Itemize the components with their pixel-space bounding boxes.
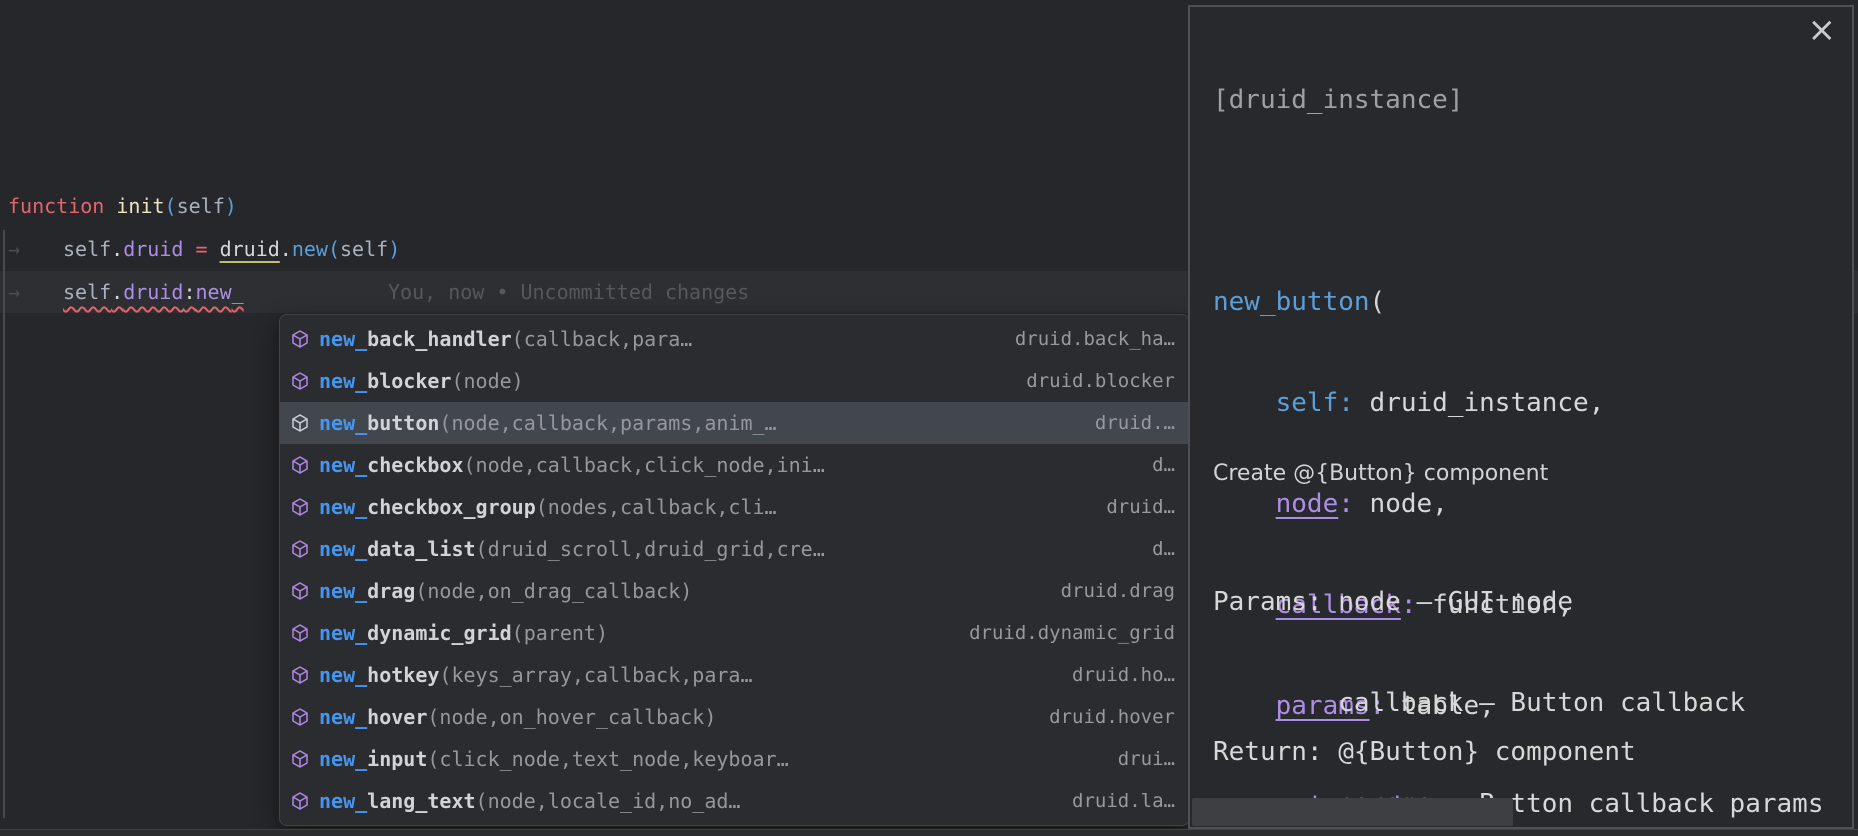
doc-description: Create @{Button} component [1213,461,1548,486]
horizontal-scrollbar[interactable] [1192,798,1513,826]
cube-icon [290,329,310,349]
close-icon[interactable]: × [1808,13,1837,47]
tab-whitespace-icon: → [8,271,63,313]
cube-icon [290,497,310,517]
completion-item-new_input[interactable]: new_input(click_node,text_node,keyboar…d… [280,738,1189,780]
cube-icon [290,539,310,559]
cube-icon [290,623,310,643]
git-blame-phantom: You, now • Uncommitted changes [388,271,749,313]
cube-icon [290,665,310,685]
cube-icon [290,791,310,811]
completion-item-new_lang_text[interactable]: new_lang_text(node,locale_id,no_ad…druid… [280,780,1189,822]
cube-icon [290,455,310,475]
status-bar [0,829,1858,836]
completion-item-new_checkbox_group[interactable]: new_checkbox_group(nodes,callback,cli…dr… [280,486,1189,528]
error-squiggle: self.druid:new_ [63,280,244,304]
completion-item-new_hover[interactable]: new_hover(node,on_hover_callback)druid.h… [280,696,1189,738]
cube-icon [290,581,310,601]
documentation-panel: × [druid_instance] new_button( self: dru… [1188,5,1854,829]
tab-whitespace-icon: → [8,228,63,270]
editor-window: function init(self) →self.druid = druid.… [0,0,1858,836]
completion-item-new_hotkey[interactable]: new_hotkey(keys_array,callback,para…drui… [280,654,1189,696]
completion-item-new_drag[interactable]: new_drag(node,on_drag_callback)druid.dra… [280,570,1189,612]
cube-icon [290,413,310,433]
cube-icon [290,707,310,727]
cube-icon [290,371,310,391]
completion-item-new_data_list[interactable]: new_data_list(druid_scroll,druid_grid,cr… [280,528,1189,570]
gutter-indicator [3,230,5,818]
autocomplete-popup: new_back_handler(callback,para…druid.bac… [279,314,1190,826]
completion-item-new_back_handler[interactable]: new_back_handler(callback,para…druid.bac… [280,318,1189,360]
doc-params-block: Params: node — GUI node callback — Butto… [1213,522,1823,829]
completion-item-new_checkbox[interactable]: new_checkbox(node,callback,click_node,in… [280,444,1189,486]
cube-icon [290,749,310,769]
completion-item-new_dynamic_grid[interactable]: new_dynamic_grid(parent)druid.dynamic_gr… [280,612,1189,654]
completion-item-new_blocker[interactable]: new_blocker(node)druid.blocker [280,360,1189,402]
doc-return-line: Return: @{Button} component [1213,732,1636,773]
completion-item-new_button[interactable]: new_button(node,callback,params,anim_…dr… [280,402,1189,444]
